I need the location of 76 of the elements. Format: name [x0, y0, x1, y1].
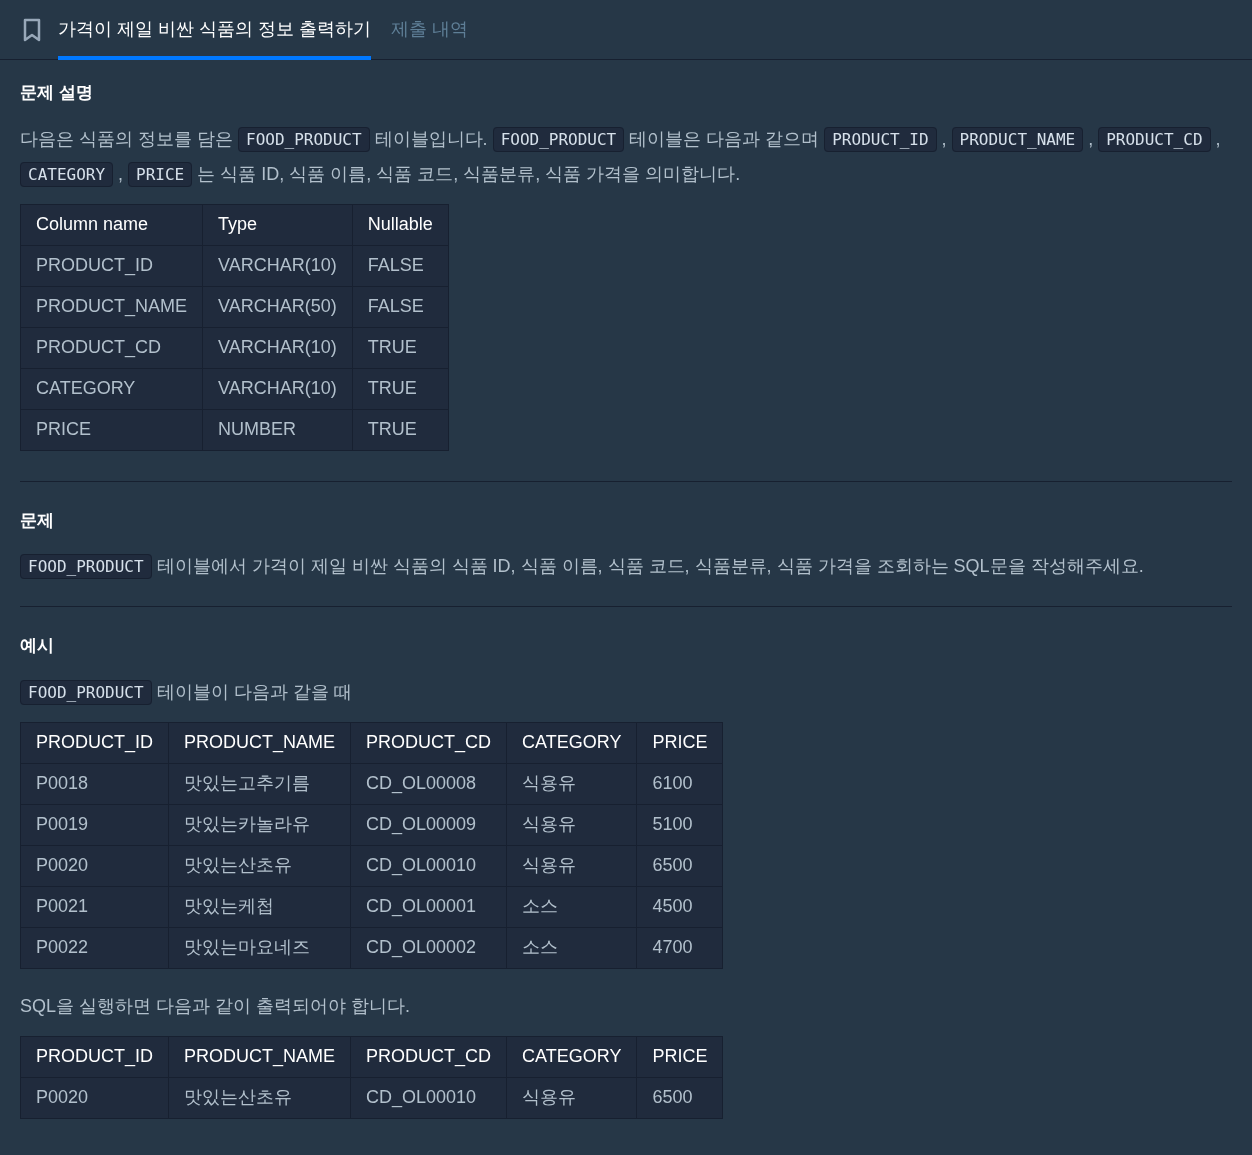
table-cell: CD_OL00009 — [350, 804, 507, 845]
table-cell: 맛있는산초유 — [168, 1077, 351, 1118]
table-cell: FALSE — [352, 286, 449, 327]
table-cell: CATEGORY — [20, 368, 203, 409]
table-cell: PRODUCT_NAME — [20, 286, 203, 327]
table-cell: CD_OL00010 — [350, 1077, 507, 1118]
table-header-cell: Column name — [20, 204, 203, 245]
table-header-cell: PRODUCT_NAME — [168, 1036, 351, 1077]
bookmark-icon — [22, 17, 42, 42]
table-cell: 맛있는고추기름 — [168, 763, 351, 804]
table-cell: P0018 — [20, 763, 169, 804]
table-cell: TRUE — [352, 409, 449, 450]
table-cell: 소스 — [506, 886, 637, 927]
table-cell: VARCHAR(10) — [202, 245, 353, 286]
section-heading: 예시 — [20, 635, 55, 657]
table-header-cell: PRICE — [636, 722, 723, 763]
table-header-cell: PRICE — [636, 1036, 723, 1077]
table-header-cell: PRODUCT_CD — [350, 722, 507, 763]
table-cell: CD_OL00010 — [350, 845, 507, 886]
table-cell: 6100 — [636, 763, 723, 804]
table-cell: 5100 — [636, 804, 723, 845]
table-cell: CD_OL00001 — [350, 886, 507, 927]
table-cell: 6500 — [636, 845, 723, 886]
section-heading: 문제 — [20, 509, 55, 532]
table-cell: 식용유 — [506, 804, 637, 845]
table-cell: 맛있는케첩 — [168, 886, 351, 927]
description-text: 다음은 식품의 정보를 담은 FOOD_PRODUCT 테이블입니다. FOOD_PRODUCT 테이블은 다음과 같으며 PRODUCT_ID , PRODUCT_NAME , PRODUCT_CD , CATEGORY , PRICE 는 식품 ID, 식품 이름, 식품 코드, 식품분류, 식품 가격을 의미합니다. — [20, 121, 1232, 192]
code-chip: PRODUCT_NAME — [951, 126, 1084, 152]
table-cell: CD_OL00002 — [350, 927, 507, 968]
table-cell: 맛있는산초유 — [168, 845, 351, 886]
description-text: FOOD_PRODUCT 테이블이 다음과 같을 때 — [20, 674, 1232, 710]
code-chip: FOOD_PRODUCT — [238, 126, 370, 152]
table-header-cell: CATEGORY — [506, 1036, 637, 1077]
code-chip: PRODUCT_ID — [824, 126, 937, 152]
table-header-cell: PRODUCT_CD — [350, 1036, 507, 1077]
table-cell: 식용유 — [506, 763, 637, 804]
tab[interactable]: 가격이 제일 비싼 식품의 정보 출력하기 — [58, 0, 371, 60]
table-cell: TRUE — [352, 368, 449, 409]
table-header-cell: PRODUCT_ID — [20, 1036, 169, 1077]
table-cell: P0019 — [20, 804, 169, 845]
table-cell: 맛있는카놀라유 — [168, 804, 351, 845]
table-cell: CD_OL00008 — [350, 763, 507, 804]
section-heading: 문제 설명 — [20, 82, 94, 104]
table-cell: FALSE — [352, 245, 449, 286]
table-cell: 6500 — [636, 1077, 723, 1118]
table-cell: VARCHAR(50) — [202, 286, 353, 327]
table-header-cell: CATEGORY — [506, 722, 637, 763]
table-cell: PRICE — [20, 409, 203, 450]
code-chip: PRODUCT_CD — [1098, 126, 1211, 152]
table-cell: 소스 — [506, 927, 637, 968]
table-cell: P0022 — [20, 927, 169, 968]
table-header-cell: Type — [202, 204, 353, 245]
table-cell: NUMBER — [202, 409, 353, 450]
table-cell: P0021 — [20, 886, 169, 927]
code-chip: FOOD_PRODUCT — [20, 554, 152, 579]
code-chip: PRICE — [128, 161, 193, 187]
table-cell: TRUE — [352, 327, 449, 368]
code-chip: CATEGORY — [20, 161, 114, 187]
table-cell: 식용유 — [506, 845, 637, 886]
table-cell: PRODUCT_CD — [20, 327, 203, 368]
table-cell: 4500 — [636, 886, 723, 927]
code-chip: FOOD_PRODUCT — [20, 679, 152, 705]
table-header-cell: PRODUCT_ID — [20, 722, 169, 763]
description-text: FOOD_PRODUCT 테이블에서 가격이 제일 비싼 식품의 식품 ID, 식품 이름, 식품 코드, 식품분류, 식품 가격을 조회하는 SQL문을 작성해주세요. — [20, 549, 1232, 584]
description-text: SQL을 실행하면 다음과 같이 출력되어야 합니다. — [20, 994, 412, 1018]
table-cell: P0020 — [20, 1077, 169, 1118]
table-cell: 맛있는마요네즈 — [168, 927, 351, 968]
code-chip: FOOD_PRODUCT — [492, 126, 625, 152]
table-cell: VARCHAR(10) — [202, 327, 353, 368]
table-header-cell: Nullable — [352, 204, 449, 245]
table-cell: 식용유 — [506, 1077, 637, 1118]
table-cell: P0020 — [20, 845, 169, 886]
table-cell: VARCHAR(10) — [202, 368, 353, 409]
table-cell: 4700 — [636, 927, 723, 968]
table-header-cell: PRODUCT_NAME — [168, 722, 351, 763]
table-cell: PRODUCT_ID — [20, 245, 203, 286]
